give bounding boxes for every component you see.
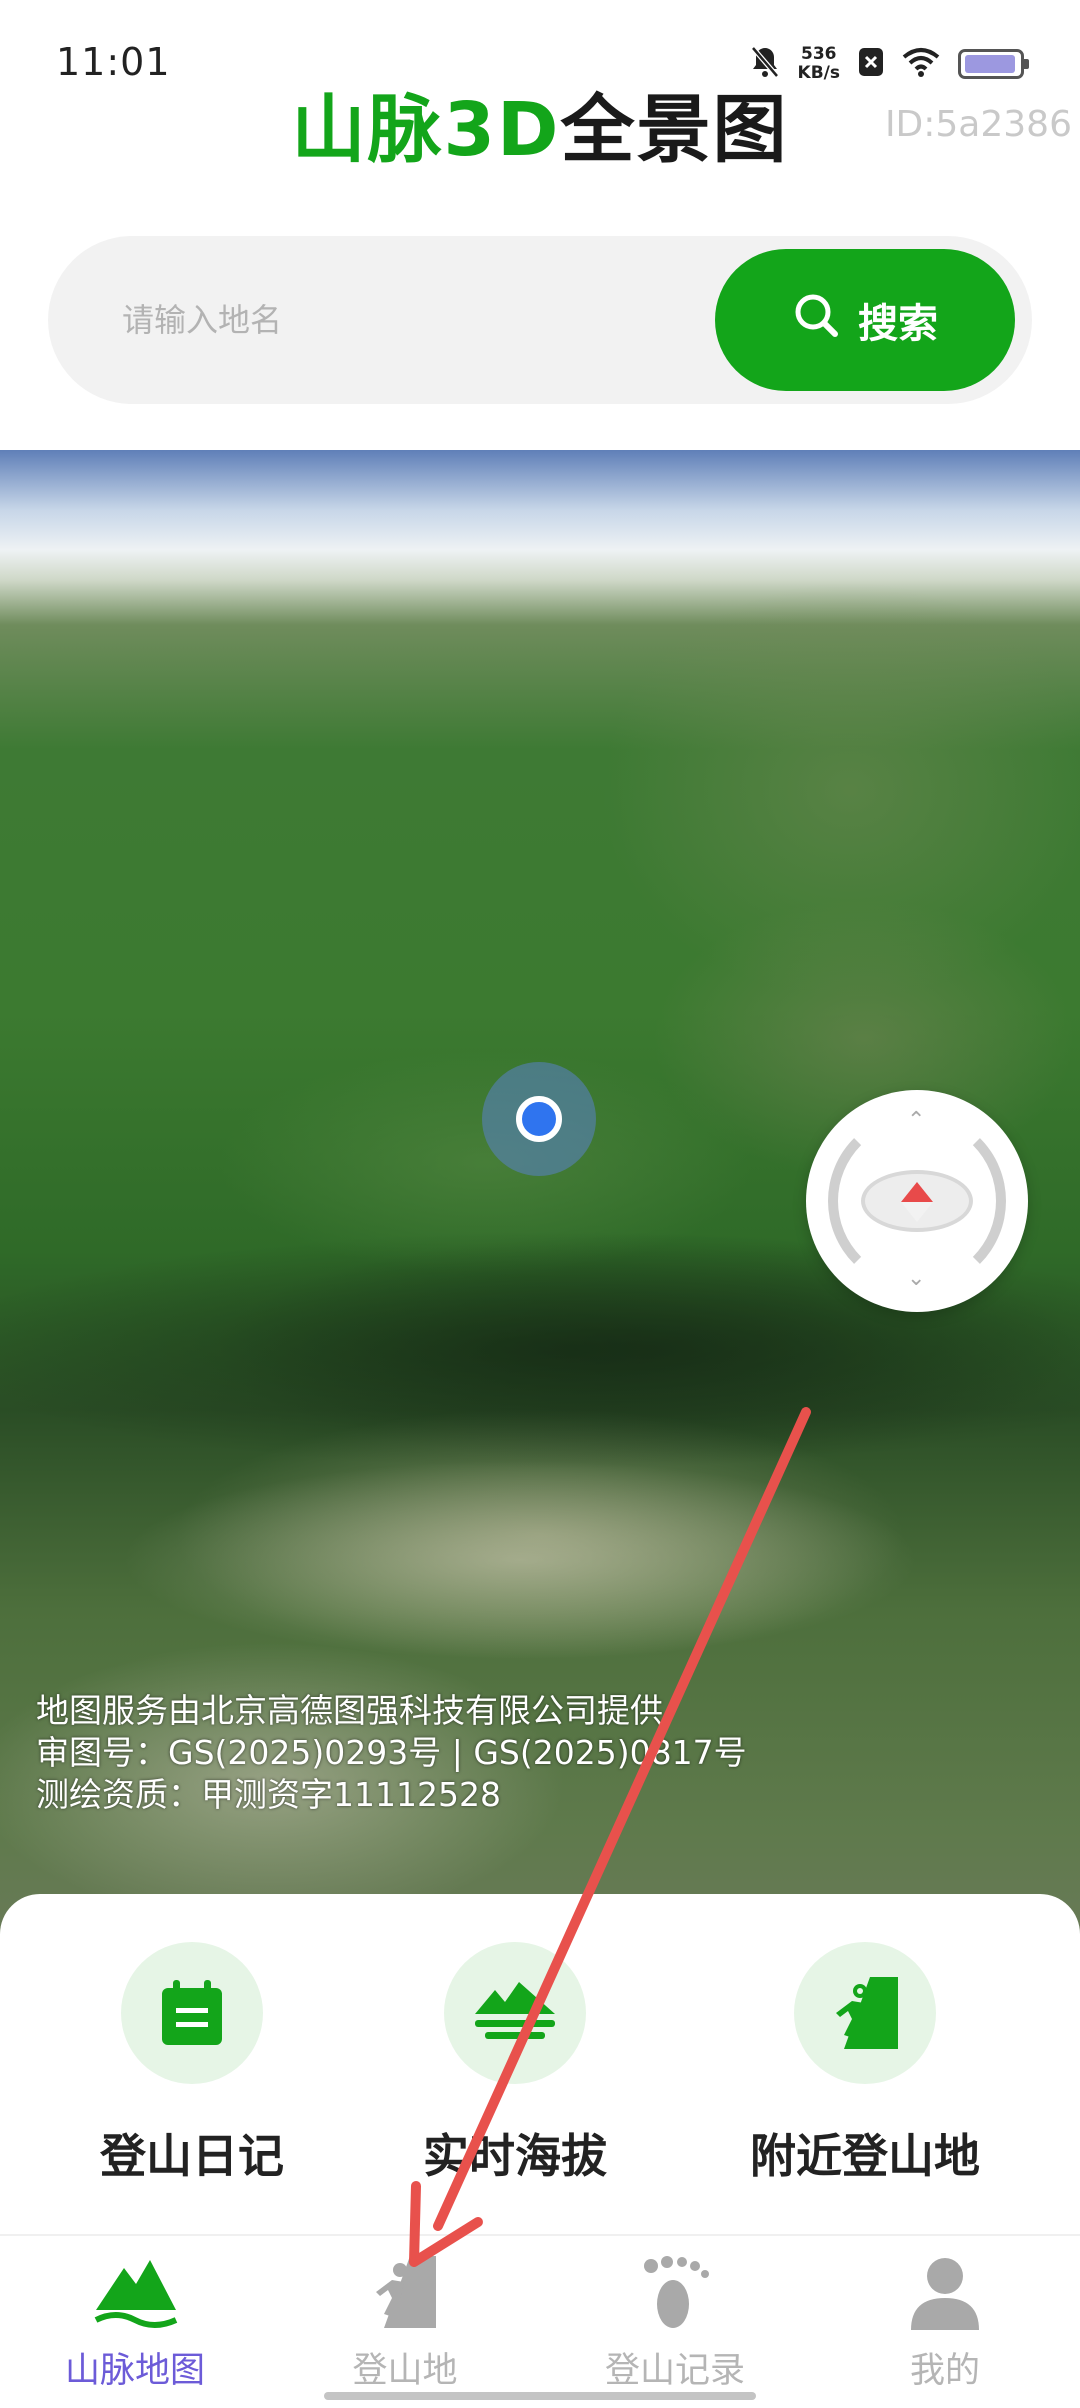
- feature-nearby-hiking[interactable]: 附近登山地: [715, 1942, 1015, 2186]
- compass-needle-south: [901, 1202, 933, 1222]
- climber-icon: [794, 1942, 936, 2084]
- feature-hiking-diary[interactable]: 登山日记: [42, 1942, 342, 2186]
- location-dot-core: [516, 1096, 562, 1142]
- bottom-tab-bar: 山脉地图 登山地 登山记录 我的: [0, 2234, 1080, 2408]
- home-indicator[interactable]: [324, 2392, 756, 2400]
- feature-live-altitude[interactable]: 实时海拔: [365, 1942, 665, 2186]
- tab-hiking-spots[interactable]: 登山地: [270, 2254, 540, 2393]
- feature-label: 实时海拔: [423, 2129, 607, 2183]
- search-button[interactable]: 搜索: [715, 249, 1015, 391]
- tab-label: 登山地: [352, 2351, 458, 2391]
- search-button-label: 搜索: [858, 301, 938, 347]
- feature-label: 登山日记: [100, 2129, 284, 2183]
- search-icon: [792, 291, 840, 349]
- map-view[interactable]: ⌃ ⌄ 地图服务由北京高德图强科技有限公司提供 审图号：GS(2025)0293…: [0, 450, 1080, 2000]
- current-location-marker[interactable]: [482, 1062, 596, 1176]
- user-id-watermark: ID:5a2386: [884, 104, 1072, 145]
- tab-hiking-records[interactable]: 登山记录: [540, 2254, 810, 2393]
- chevron-up-icon: ⌃: [907, 1108, 926, 1133]
- tab-label: 山脉地图: [64, 2351, 205, 2391]
- mountain-icon: [92, 2260, 178, 2334]
- compass-control[interactable]: ⌃ ⌄: [806, 1090, 1028, 1312]
- climber-icon: [370, 2256, 440, 2334]
- terrain-valley: [600, 580, 1080, 1000]
- calendar-icon: [121, 1942, 263, 2084]
- search-input[interactable]: [122, 236, 742, 404]
- terrain-highlight: [120, 1460, 920, 1660]
- app-title-green: 山脉3D: [291, 87, 561, 173]
- app-title-dark: 全景图: [560, 87, 789, 173]
- compass-needle-north: [901, 1182, 933, 1202]
- chevron-down-icon: ⌄: [907, 1266, 926, 1291]
- tab-mountain-map[interactable]: 山脉地图: [0, 2254, 270, 2393]
- feature-panel: 登山日记 实时海拔 附近登山地: [0, 1894, 1080, 2234]
- altitude-mountain-icon: [444, 1942, 586, 2084]
- tab-mine[interactable]: 我的: [810, 2254, 1080, 2393]
- feature-label: 附近登山地: [750, 2129, 980, 2183]
- search-bar: 搜索: [48, 236, 1032, 404]
- map-credit-line: 审图号：GS(2025)0293号 | GS(2025)0817号: [36, 1733, 747, 1772]
- person-icon: [907, 2258, 983, 2334]
- map-credits: 地图服务由北京高德图强科技有限公司提供 审图号：GS(2025)0293号 | …: [36, 1690, 747, 1816]
- tab-label: 我的: [909, 2351, 980, 2391]
- tab-label: 登山记录: [604, 2351, 745, 2391]
- map-credit-line: 测绘资质：甲测资字11112528: [36, 1775, 501, 1814]
- footprint-icon: [637, 2256, 713, 2334]
- map-credit-line: 地图服务由北京高德图强科技有限公司提供: [36, 1691, 663, 1730]
- net-speed-value: 536: [801, 44, 837, 64]
